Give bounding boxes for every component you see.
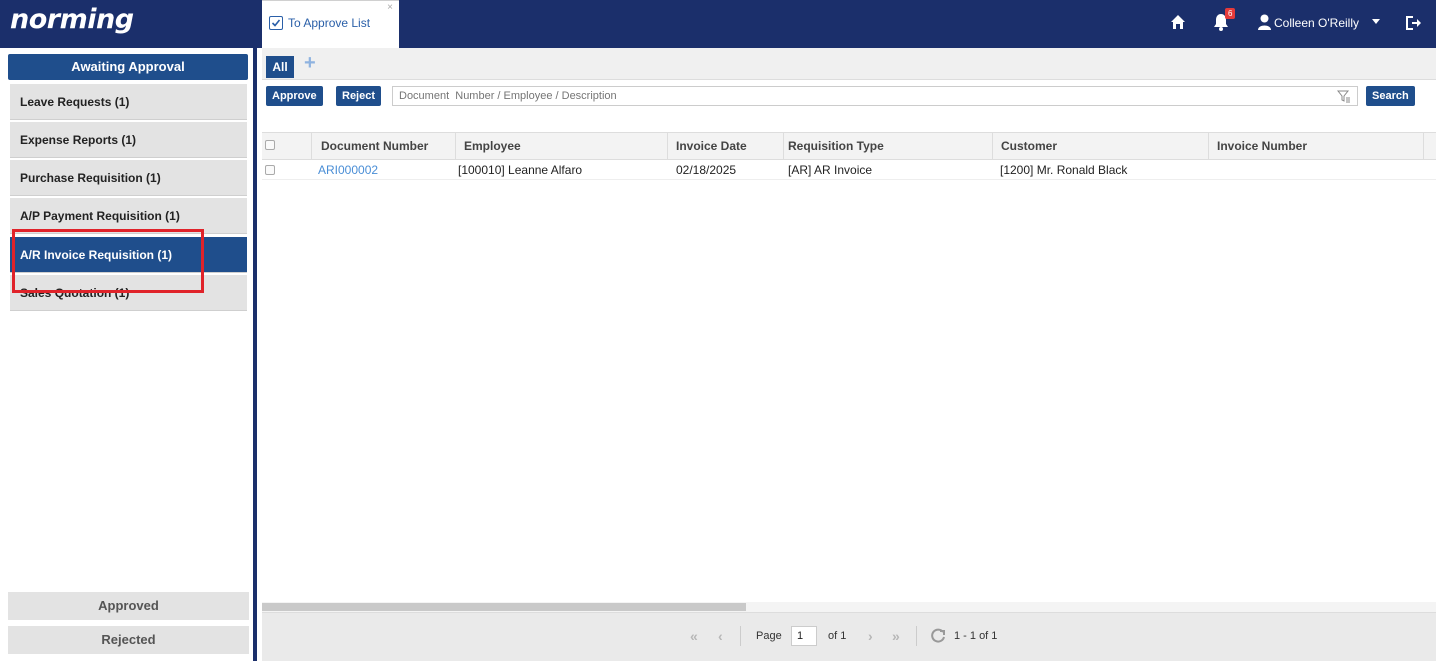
pager: « ‹ Page 1 of 1 › » 1 - 1 of 1 — [262, 612, 1436, 661]
pager-separator — [740, 626, 741, 646]
employee-cell: [100010] Leanne Alfaro — [458, 163, 583, 177]
sidebar: Awaiting Approval Leave Requests (1) Exp… — [0, 48, 256, 661]
requisition-type-cell: [AR] AR Invoice — [788, 163, 873, 177]
page-range-label: 1 - 1 of 1 — [954, 630, 998, 642]
sidebar-item-ar-invoice-requisition[interactable]: A/R Invoice Requisition (1) — [10, 237, 247, 273]
prev-page-icon[interactable]: ‹ — [718, 628, 723, 644]
user-icon[interactable] — [1258, 14, 1271, 33]
refresh-icon[interactable] — [930, 628, 946, 647]
toolbar: Approve Reject Search — [262, 80, 1436, 112]
approve-button[interactable]: Approve — [266, 86, 323, 106]
filter-tabs: All + — [262, 48, 1436, 80]
app-logo: norming — [10, 4, 134, 35]
sidebar-approved[interactable]: Approved — [8, 592, 249, 620]
search-input[interactable] — [399, 89, 1299, 103]
page-number-input[interactable]: 1 — [791, 626, 817, 646]
row-checkbox[interactable] — [265, 165, 275, 175]
column-customer[interactable]: Customer — [993, 133, 1209, 159]
reject-button[interactable]: Reject — [336, 86, 382, 106]
horizontal-scrollbar[interactable] — [262, 602, 1436, 612]
pager-separator — [916, 626, 917, 646]
column-requisition-type[interactable]: Requisition Type — [780, 133, 993, 159]
document-number-link[interactable]: ARI000002 — [310, 160, 378, 180]
filter-icon[interactable] — [1336, 90, 1351, 106]
column-invoice-number[interactable]: Invoice Number — [1209, 133, 1424, 159]
sidebar-item-leave-requests[interactable]: Leave Requests (1) — [10, 84, 247, 120]
customer-cell: [1200] Mr. Ronald Black — [1000, 163, 1128, 177]
chevron-down-icon[interactable] — [1372, 19, 1380, 24]
sidebar-item-purchase-requisition[interactable]: Purchase Requisition (1) — [10, 160, 247, 196]
tab-title: To Approve List — [288, 16, 371, 30]
close-icon[interactable]: × — [387, 2, 393, 13]
column-invoice-date[interactable]: Invoice Date — [668, 133, 784, 159]
sidebar-item-sales-quotation[interactable]: Sales Quotation (1) — [10, 275, 247, 311]
select-all-checkbox[interactable] — [265, 140, 275, 150]
sidebar-rejected[interactable]: Rejected — [8, 626, 249, 654]
search-button[interactable]: Search — [1366, 86, 1415, 106]
page-of-label: of 1 — [828, 630, 847, 642]
tab-all[interactable]: All — [266, 56, 294, 78]
table-row[interactable]: ARI000002 [100010] Leanne Alfaro 02/18/2… — [262, 160, 1436, 180]
home-icon[interactable] — [1170, 14, 1186, 33]
notification-badge: 6 — [1225, 8, 1236, 19]
add-tab-icon[interactable]: + — [304, 52, 316, 75]
first-page-icon[interactable]: « — [690, 628, 698, 644]
sidebar-item-expense-reports[interactable]: Expense Reports (1) — [10, 122, 247, 158]
grid-header: Document Number Employee Invoice Date Re… — [262, 132, 1436, 160]
search-box — [392, 86, 1358, 106]
column-employee[interactable]: Employee — [456, 133, 668, 159]
awaiting-approval-header[interactable]: Awaiting Approval — [8, 54, 248, 80]
next-page-icon[interactable]: › — [868, 628, 873, 644]
select-all-cell — [262, 133, 312, 159]
column-document-number[interactable]: Document Number — [312, 133, 456, 159]
main-panel: All + Approve Reject Search Document Num… — [262, 48, 1436, 661]
last-page-icon[interactable]: » — [892, 628, 900, 644]
top-bar: norming To Approve List × 6 Colleen O'Re… — [0, 0, 1436, 48]
invoice-number-cell — [1209, 160, 1217, 180]
invoice-date-cell: 02/18/2025 — [676, 163, 737, 177]
page-label: Page — [756, 630, 782, 642]
tab-to-approve-list[interactable]: To Approve List × — [262, 0, 399, 48]
sidebar-divider — [253, 48, 257, 661]
user-name[interactable]: Colleen O'Reilly — [1274, 16, 1359, 30]
checkbox-icon — [269, 16, 283, 30]
logout-icon[interactable] — [1404, 14, 1422, 35]
sidebar-item-ap-payment-requisition[interactable]: A/P Payment Requisition (1) — [10, 198, 247, 234]
scrollbar-thumb[interactable] — [262, 603, 746, 611]
